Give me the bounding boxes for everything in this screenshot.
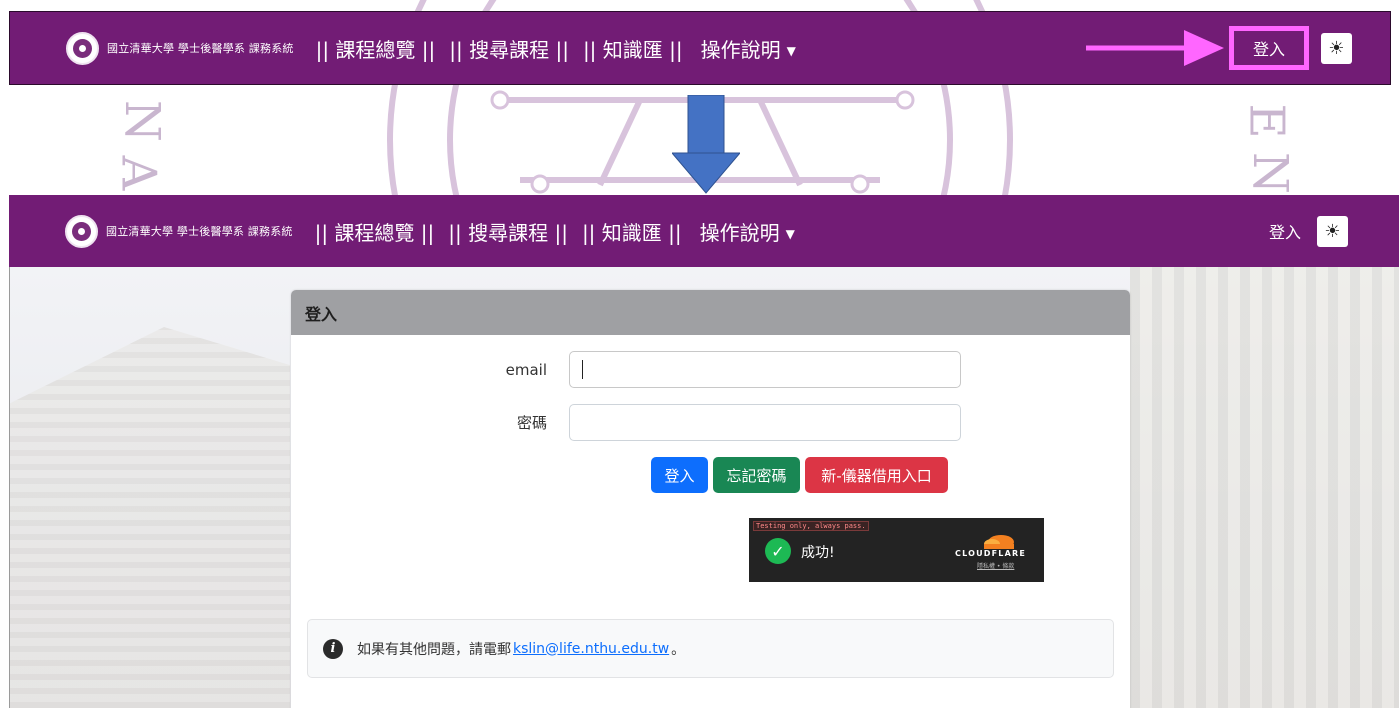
nav-link-search-course[interactable]: || 搜尋課程 || [449, 34, 569, 63]
email-input[interactable] [569, 351, 961, 388]
background-building-right [1130, 267, 1399, 708]
nav-links: || 課程總覽 || || 搜尋課程 || || 知識匯 || 操作說明 ▼ [315, 217, 809, 246]
info-text: 如果有其他問題，請電郵 [357, 641, 511, 658]
nav-right: 登入 ☀ [1229, 12, 1390, 84]
annotation-arrow-down [672, 95, 740, 194]
nav-link-knowledge[interactable]: || 知識匯 || [583, 34, 683, 63]
dropdown-label: 操作說明 [699, 220, 780, 245]
cloudflare-cloud-icon [984, 535, 1014, 549]
login-button[interactable]: 登入 [651, 457, 708, 493]
nav-link-course-overview[interactable]: || 課程總覽 || [316, 34, 436, 63]
nav-dropdown-instructions[interactable]: 操作說明 ▼ [700, 217, 795, 246]
brand-title: 國立清華大學 學士後醫學系 課務系統 [107, 42, 294, 55]
theme-toggle-button[interactable]: ☀ [1321, 32, 1352, 64]
check-icon: ✓ [765, 538, 791, 564]
watermark-letter: E [1238, 103, 1295, 145]
nav-link-course-overview[interactable]: || 課程總覽 || [315, 217, 435, 246]
login-link[interactable]: 登入 [1253, 36, 1285, 60]
page-body: 登入 email 密碼 登入 忘記密碼 新-儀器借用入口 Testing onl… [9, 267, 1399, 708]
password-row: 密碼 [447, 404, 961, 441]
login-card: 登入 email 密碼 登入 忘記密碼 新-儀器借用入口 Testing onl… [291, 290, 1130, 708]
caret-down-icon: ▼ [785, 227, 795, 241]
info-alert: i 如果有其他問題，請電郵 kslin@life.nthu.edu.tw 。 [307, 619, 1114, 678]
forgot-password-button[interactable]: 忘記密碼 [713, 457, 800, 493]
password-label: 密碼 [516, 414, 547, 432]
text-cursor [582, 360, 583, 379]
nthu-logo-icon [65, 214, 98, 248]
dropdown-label: 操作說明 [700, 37, 781, 62]
watermark-letter: A [110, 155, 167, 197]
email-label: email [505, 360, 547, 379]
email-row: email [447, 351, 961, 388]
annotation-arrow-right [1086, 30, 1224, 66]
instrument-borrow-button[interactable]: 新-儀器借用入口 [805, 457, 948, 493]
background-building-left [10, 327, 290, 708]
brand-title: 國立清華大學 學士後醫學系 課務系統 [106, 225, 293, 238]
turnstile-links[interactable]: 隱私權 • 條款 [977, 561, 1014, 570]
login-card-title: 登入 [291, 290, 1130, 335]
action-buttons: 登入 忘記密碼 新-儀器借用入口 [651, 457, 953, 493]
brand[interactable]: 國立清華大學 學士後醫學系 課務系統 [66, 31, 294, 65]
nav-right: 登入 ☀ [1269, 195, 1399, 267]
sun-icon: ☀ [1324, 220, 1341, 242]
login-highlight-box: 登入 [1229, 26, 1309, 70]
password-input[interactable] [569, 404, 961, 441]
turnstile-success-text: 成功! [801, 545, 835, 561]
caret-down-icon: ▼ [786, 44, 796, 58]
nav-link-search-course[interactable]: || 搜尋課程 || [448, 217, 568, 246]
nav-dropdown-instructions[interactable]: 操作說明 ▼ [701, 34, 796, 63]
nav-link-knowledge[interactable]: || 知識匯 || [582, 217, 682, 246]
sun-icon: ☀ [1328, 37, 1345, 59]
watermark-letter: N [114, 100, 170, 148]
watermark-letter: N [1242, 152, 1298, 200]
brand[interactable]: 國立清華大學 學士後醫學系 課務系統 [65, 214, 293, 248]
info-text-end: 。 [671, 641, 686, 658]
cloudflare-brand: CLOUDFLARE [955, 549, 1026, 558]
nthu-logo-icon [66, 31, 99, 65]
contact-email-link[interactable]: kslin@life.nthu.edu.tw [513, 641, 669, 657]
info-icon: i [323, 638, 343, 659]
navbar-after: 國立清華大學 學士後醫學系 課務系統 || 課程總覽 || || 搜尋課程 ||… [9, 195, 1399, 267]
theme-toggle-button[interactable]: ☀ [1317, 215, 1348, 247]
login-link[interactable]: 登入 [1269, 219, 1301, 243]
turnstile-test-note: Testing only, always pass. [753, 521, 869, 531]
nav-links: || 課程總覽 || || 搜尋課程 || || 知識匯 || 操作說明 ▼ [316, 34, 810, 63]
cloudflare-turnstile[interactable]: Testing only, always pass. ✓ 成功! CLOUDFL… [749, 518, 1044, 582]
